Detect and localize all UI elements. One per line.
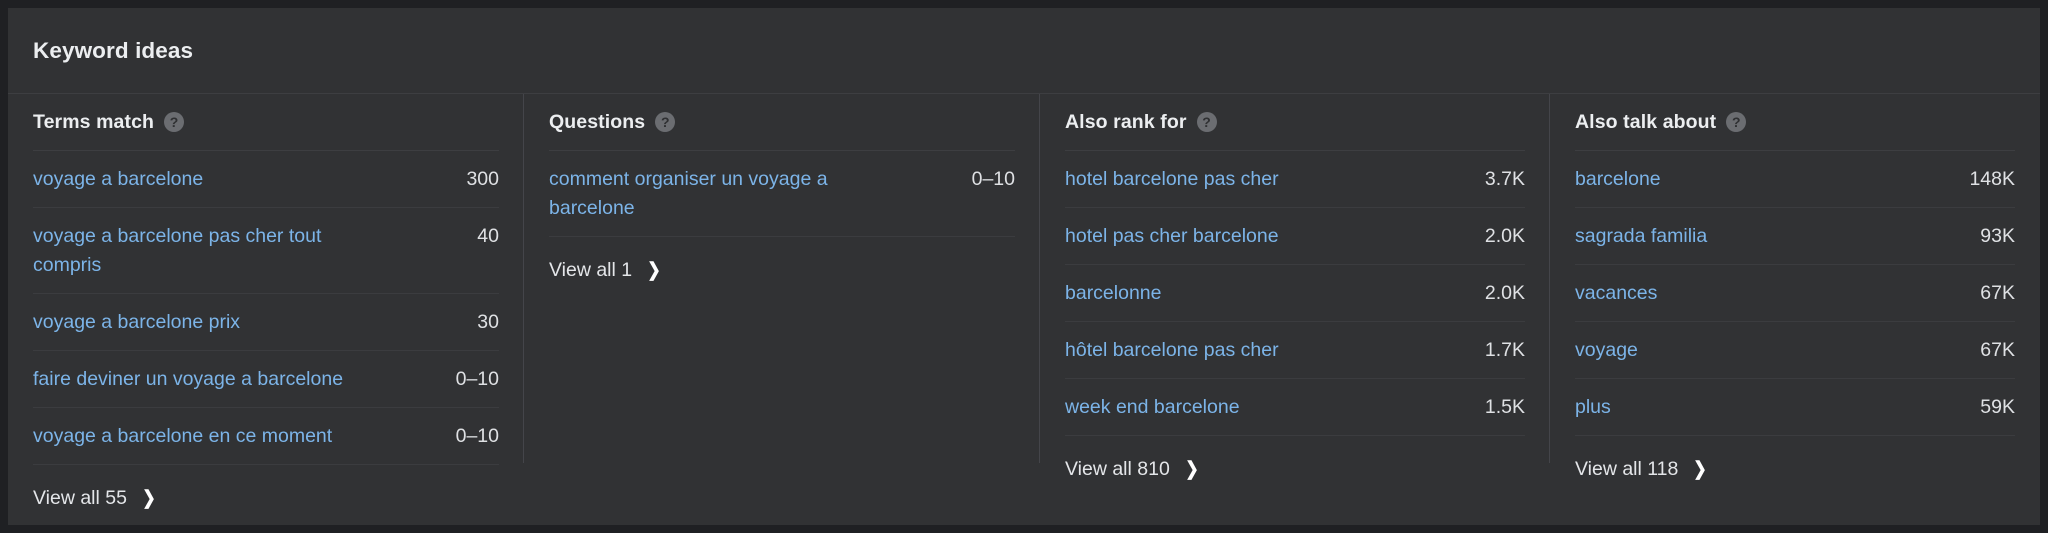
question-mark-circle-icon[interactable]: ? [1726,112,1747,132]
keyword-link[interactable]: hotel pas cher barcelone [1065,222,1279,251]
column-questions: Questions ? comment organiser un voyage … [524,94,1040,524]
page-title: Keyword ideas [33,37,194,63]
search-volume: 40 [477,225,499,247]
search-volume: 93K [1980,225,2015,247]
chevron-right-icon: ❯ [647,260,661,281]
search-volume: 2.0K [1484,225,1525,247]
search-volume: 0–10 [971,168,1015,190]
keyword-list: hotel barcelone pas cher 3.7K hotel pas … [1065,151,1525,436]
search-volume: 59K [1980,396,2015,418]
keyword-list: comment organiser un voyage a barcelone … [549,151,1015,237]
table-row: barcelonne 2.0K [1065,265,1525,322]
panel-header: Keyword ideas [8,8,2040,94]
keyword-link[interactable]: barcelone [1575,165,1661,194]
view-all-also-rank-for-button[interactable]: View all 810 ❯ [1065,436,1200,481]
keyword-link[interactable]: week end barcelone [1065,393,1240,422]
column-terms-match: Terms match ? voyage a barcelone 300 voy… [8,94,524,524]
table-row: voyage 67K [1575,322,2015,379]
question-mark-circle-icon[interactable]: ? [655,112,676,132]
table-row: comment organiser un voyage a barcelone … [549,151,1015,237]
column-header-terms-match: Terms match ? [33,94,499,151]
keyword-link[interactable]: voyage a barcelone en ce moment [33,422,332,451]
column-title: Also talk about [1575,110,1717,133]
column-also-talk-about: Also talk about ? barcelone 148K sagrada… [1550,94,2040,524]
table-row: voyage a barcelone pas cher tout compris… [33,208,499,294]
chevron-right-icon: ❯ [142,488,156,509]
keyword-link[interactable]: voyage a barcelone [33,165,203,194]
keyword-list: voyage a barcelone 300 voyage a barcelon… [33,151,499,465]
search-volume: 0–10 [455,368,499,390]
column-header-also-talk-about: Also talk about ? [1575,94,2015,151]
keyword-link[interactable]: barcelonne [1065,279,1162,308]
question-mark-circle-icon[interactable]: ? [1196,112,1217,132]
keyword-link[interactable]: voyage a barcelone pas cher tout compris [33,222,388,280]
table-row: plus 59K [1575,379,2015,436]
question-mark-circle-icon[interactable]: ? [164,112,185,132]
keyword-link[interactable]: sagrada familia [1575,222,1707,251]
column-also-rank-for: Also rank for ? hotel barcelone pas cher… [1040,94,1550,524]
keyword-link[interactable]: hôtel barcelone pas cher [1065,336,1279,365]
view-all-terms-match-button[interactable]: View all 55 ❯ [33,465,157,510]
keyword-link[interactable]: faire deviner un voyage a barcelone [33,365,343,394]
column-title: Also rank for [1065,110,1187,133]
column-header-also-rank-for: Also rank for ? [1065,94,1525,151]
table-row: barcelone 148K [1575,151,2015,208]
keyword-ideas-panel: Keyword ideas Terms match ? voyage a bar… [8,8,2040,525]
keyword-list: barcelone 148K sagrada familia 93K vacan… [1575,151,2015,436]
chevron-right-icon: ❯ [1184,459,1199,480]
table-row: hotel pas cher barcelone 2.0K [1065,208,1525,265]
search-volume: 300 [466,168,499,190]
table-row: voyage a barcelone prix 30 [33,294,499,351]
search-volume: 1.5K [1484,396,1525,418]
table-row: vacances 67K [1575,265,2015,322]
search-volume: 148K [1969,168,2015,190]
search-volume: 2.0K [1484,282,1525,304]
keyword-link[interactable]: hotel barcelone pas cher [1065,165,1279,194]
view-all-label: View all 810 [1065,458,1170,480]
table-row: faire deviner un voyage a barcelone 0–10 [33,351,499,408]
view-all-label: View all 1 [549,259,633,281]
table-row: hôtel barcelone pas cher 1.7K [1065,322,1525,379]
keyword-link[interactable]: voyage a barcelone prix [33,308,240,337]
view-all-also-talk-about-button[interactable]: View all 118 ❯ [1575,436,1708,481]
keyword-ideas-columns: Terms match ? voyage a barcelone 300 voy… [8,94,2040,524]
search-volume: 3.7K [1484,168,1525,190]
view-all-label: View all 118 [1575,458,1679,480]
search-volume: 0–10 [455,425,499,447]
view-all-questions-button[interactable]: View all 1 ❯ [549,237,662,282]
keyword-link[interactable]: vacances [1575,279,1657,308]
table-row: week end barcelone 1.5K [1065,379,1525,436]
search-volume: 67K [1980,339,2015,361]
search-volume: 1.7K [1484,339,1525,361]
table-row: voyage a barcelone 300 [33,151,499,208]
keyword-link[interactable]: voyage [1575,336,1638,365]
search-volume: 30 [477,311,499,333]
table-row: sagrada familia 93K [1575,208,2015,265]
table-row: voyage a barcelone en ce moment 0–10 [33,408,499,465]
chevron-right-icon: ❯ [1693,459,1708,480]
table-row: hotel barcelone pas cher 3.7K [1065,151,1525,208]
view-all-label: View all 55 [33,487,127,509]
keyword-link[interactable]: plus [1575,393,1611,422]
column-header-questions: Questions ? [549,94,1015,151]
column-title: Questions [549,110,646,133]
keyword-link[interactable]: comment organiser un voyage a barcelone [549,165,879,223]
search-volume: 67K [1980,282,2015,304]
column-title: Terms match [33,110,155,133]
